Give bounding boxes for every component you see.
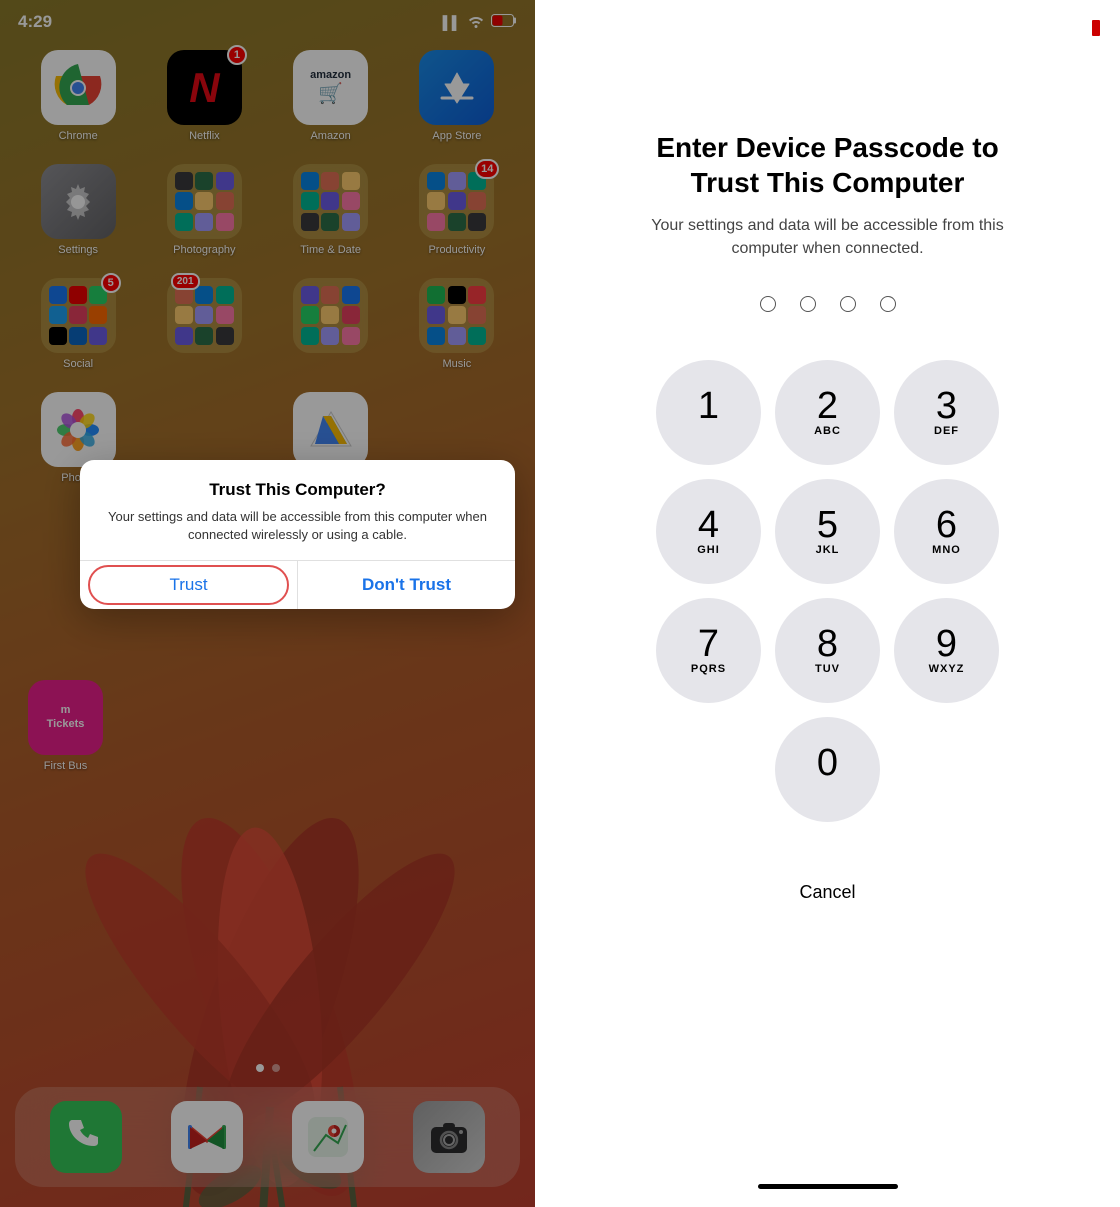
passcode-dot-1 (760, 296, 776, 312)
passcode-dot-2 (800, 296, 816, 312)
trust-dialog: Trust This Computer? Your settings and d… (80, 460, 515, 609)
key-7[interactable]: 7 PQRS (656, 598, 761, 703)
passcode-dots (760, 296, 896, 312)
phone-screen: 4:29 ▌▌ (0, 0, 535, 1207)
passcode-dot-4 (880, 296, 896, 312)
passcode-title: Enter Device Passcode to Trust This Comp… (638, 130, 1018, 200)
home-indicator (758, 1184, 898, 1189)
trust-button[interactable]: Trust (80, 561, 298, 609)
trust-title: Trust This Computer? (100, 480, 495, 500)
key-empty-right (894, 717, 999, 822)
passcode-dot-3 (840, 296, 856, 312)
key-6[interactable]: 6 MNO (894, 479, 999, 584)
key-3[interactable]: 3 DEF (894, 360, 999, 465)
key-2[interactable]: 2 ABC (775, 360, 880, 465)
passcode-content: Enter Device Passcode to Trust This Comp… (535, 0, 1120, 903)
key-0[interactable]: 0 (775, 717, 880, 822)
cancel-button[interactable]: Cancel (799, 882, 855, 903)
keypad: 1 2 ABC 3 DEF 4 GHI 5 JKL 6 MNO (656, 360, 999, 822)
key-empty-left (656, 717, 761, 822)
key-8[interactable]: 8 TUV (775, 598, 880, 703)
key-5[interactable]: 5 JKL (775, 479, 880, 584)
key-9[interactable]: 9 WXYZ (894, 598, 999, 703)
trust-buttons: Trust Don't Trust (80, 560, 515, 609)
passcode-screen: Enter Device Passcode to Trust This Comp… (535, 0, 1120, 1207)
key-4[interactable]: 4 GHI (656, 479, 761, 584)
dont-trust-button[interactable]: Don't Trust (298, 561, 515, 609)
key-1[interactable]: 1 (656, 360, 761, 465)
battery-indicator (1092, 20, 1100, 36)
passcode-subtitle: Your settings and data will be accessibl… (648, 214, 1008, 260)
trust-body: Your settings and data will be accessibl… (100, 508, 495, 544)
